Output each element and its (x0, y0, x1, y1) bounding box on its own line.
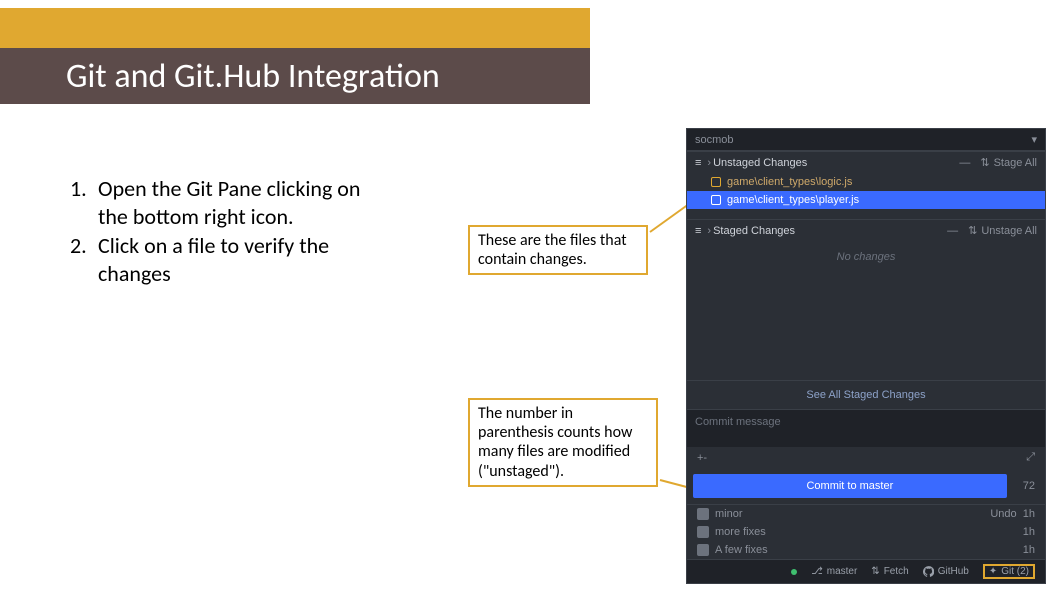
file-path: game\client_types\logic.js (727, 176, 852, 188)
branch-indicator[interactable]: ⎇ master (811, 566, 857, 577)
commit-msg: minor (715, 508, 743, 520)
git-count-label: Git (2) (1001, 566, 1029, 577)
commit-button[interactable]: Commit to master (693, 474, 1007, 498)
hamburger-icon[interactable]: ≡ (695, 157, 701, 169)
commit-msg: more fixes (715, 526, 766, 538)
unstaged-file-row[interactable]: game\client_types\player.js (687, 191, 1045, 209)
commit-time: 1h (1023, 526, 1035, 538)
status-bar: ⎇ master ⇅ Fetch GitHub ✦ Git (2) (687, 559, 1045, 583)
branch-name: master (827, 566, 858, 577)
status-dot-icon (791, 569, 797, 575)
instruction-text: Click on a file to verify the changes (98, 232, 390, 287)
expand-icon[interactable]: ⤢ (1026, 451, 1035, 464)
amend-symbol[interactable]: +- (697, 452, 707, 464)
file-path: game\client_types\player.js (727, 194, 859, 206)
undo-button[interactable]: Undo (990, 508, 1016, 520)
callout-count: The number in parenthesis counts how man… (468, 398, 658, 487)
minus-icon[interactable]: — (959, 157, 970, 169)
unstage-all-button[interactable]: ⇅ Unstage All (968, 224, 1037, 237)
fetch-button[interactable]: ⇅ Fetch (871, 566, 908, 577)
unstaged-section-header: ≡ Unstaged Changes — ⇅ Stage All (687, 151, 1045, 173)
see-all-staged-link[interactable]: See All Staged Changes (687, 380, 1045, 409)
recent-commits: minor Undo 1h more fixes 1h A few fixes … (687, 504, 1045, 559)
file-status-icon (711, 195, 721, 205)
avatar (697, 544, 709, 556)
avatar (697, 526, 709, 538)
updown-icon: ⇅ (980, 156, 989, 169)
title-band: Git and Git.Hub Integration (0, 8, 590, 102)
instruction-item: 1. Open the Git Pane clicking on the bot… (70, 175, 390, 230)
instruction-number: 1. (70, 175, 98, 230)
git-icon: ✦ (989, 566, 997, 577)
unstaged-label[interactable]: Unstaged Changes (707, 157, 807, 169)
commit-message-input[interactable]: Commit message (687, 409, 1045, 447)
instruction-item: 2. Click on a file to verify the changes (70, 232, 390, 287)
commit-time: 1h (1023, 508, 1035, 520)
commit-time: 1h (1023, 544, 1035, 556)
chevron-down-icon[interactable]: ▾ (1031, 133, 1037, 146)
spacer (687, 281, 1045, 380)
staged-label[interactable]: Staged Changes (707, 225, 795, 237)
updown-icon: ⇅ (968, 224, 977, 237)
fetch-icon: ⇅ (871, 566, 879, 577)
git-count-badge[interactable]: ✦ Git (2) (983, 564, 1035, 579)
unstage-all-label: Unstage All (981, 225, 1037, 237)
stage-all-label: Stage All (994, 157, 1037, 169)
title-band-main: Git and Git.Hub Integration (0, 48, 590, 104)
staged-section-header: ≡ Staged Changes — ⇅ Unstage All (687, 219, 1045, 241)
callout-files: These are the files that contain changes… (468, 225, 648, 275)
commit-meta-row: +- ⤢ (687, 447, 1045, 468)
git-pane: socmob ▾ ≡ Unstaged Changes — ⇅ Stage Al… (686, 128, 1046, 584)
file-status-icon (711, 177, 721, 187)
instruction-text: Open the Git Pane clicking on the bottom… (98, 175, 390, 230)
instruction-number: 2. (70, 232, 98, 287)
commit-count: 72 (1013, 480, 1045, 492)
fetch-label: Fetch (884, 566, 909, 577)
minus-icon[interactable]: — (947, 225, 958, 237)
staged-empty-text: No changes (687, 241, 1045, 281)
commit-msg: A few fixes (715, 544, 768, 556)
git-pane-header: socmob ▾ (687, 129, 1045, 151)
slide-title: Git and Git.Hub Integration (66, 56, 440, 97)
hamburger-icon[interactable]: ≡ (695, 225, 701, 237)
branch-icon: ⎇ (811, 566, 823, 577)
unstaged-file-row[interactable]: game\client_types\logic.js (687, 173, 1045, 191)
recent-commit-row[interactable]: A few fixes 1h (687, 541, 1045, 559)
instruction-list: 1. Open the Git Pane clicking on the bot… (70, 175, 390, 289)
github-label: GitHub (938, 566, 969, 577)
recent-commit-row[interactable]: minor Undo 1h (687, 505, 1045, 523)
stage-all-button[interactable]: ⇅ Stage All (980, 156, 1037, 169)
github-link[interactable]: GitHub (923, 566, 969, 577)
project-name[interactable]: socmob (695, 134, 734, 146)
title-band-accent (0, 8, 590, 48)
avatar (697, 508, 709, 520)
github-icon (923, 566, 934, 577)
recent-commit-row[interactable]: more fixes 1h (687, 523, 1045, 541)
